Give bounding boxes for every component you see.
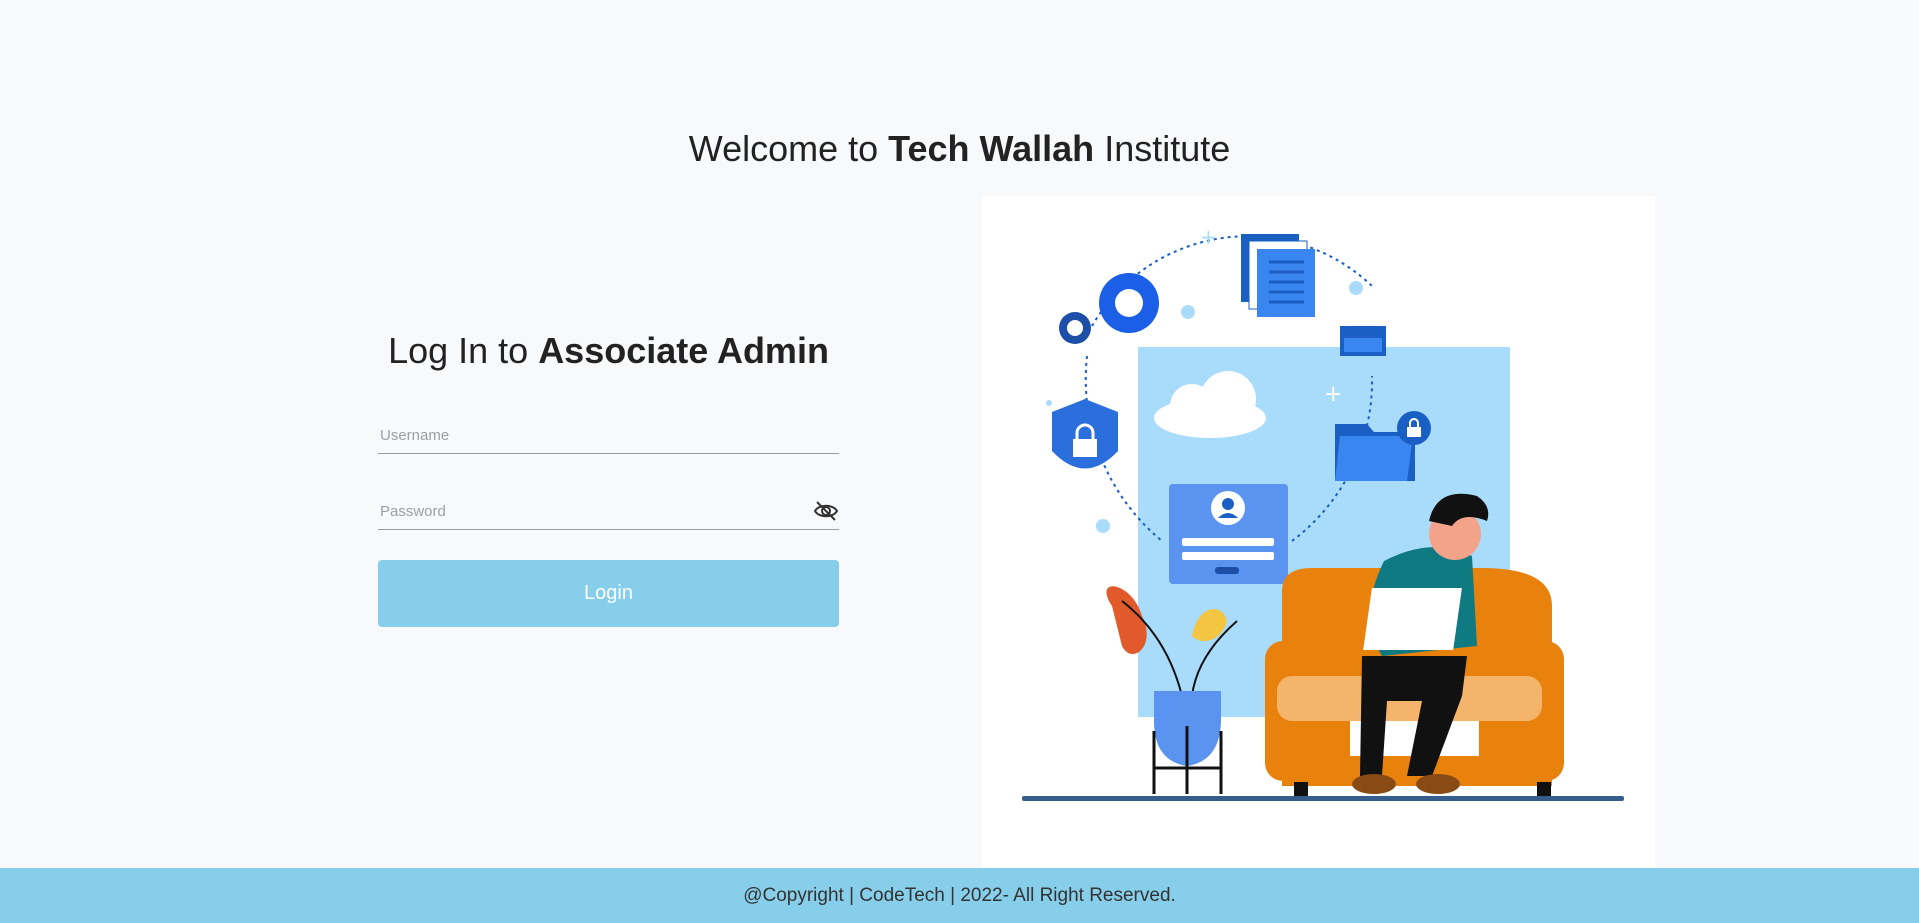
svg-text:+: + bbox=[1324, 382, 1342, 407]
svg-text:+: + bbox=[1200, 225, 1217, 249]
login-button[interactable]: Login bbox=[378, 560, 839, 627]
login-illustration: + + + bbox=[982, 196, 1655, 868]
welcome-heading: Welcome to Tech Wallah Institute bbox=[0, 128, 1919, 170]
login-title-bold: Associate Admin bbox=[538, 330, 829, 371]
login-form: Log In to Associate Admin Login bbox=[378, 330, 839, 627]
login-page: Welcome to Tech Wallah Institute Log In … bbox=[0, 0, 1919, 923]
welcome-brand: Tech Wallah bbox=[888, 128, 1095, 169]
welcome-suffix: Institute bbox=[1094, 128, 1231, 169]
footer: @Copyright | CodeTech | 2022- All Right … bbox=[0, 868, 1919, 923]
copyright-text: @Copyright | CodeTech | 2022- All Right … bbox=[743, 885, 1176, 906]
illustration-image: + + + bbox=[1022, 225, 1624, 801]
password-input[interactable] bbox=[378, 502, 802, 521]
welcome-prefix: Welcome to bbox=[688, 128, 889, 169]
username-field-wrapper bbox=[378, 406, 839, 454]
eye-slash-icon[interactable] bbox=[813, 500, 839, 522]
login-title-prefix: Log In to bbox=[388, 330, 539, 371]
password-field-wrapper bbox=[378, 482, 839, 530]
username-input[interactable] bbox=[378, 426, 802, 445]
svg-text:+: + bbox=[1314, 537, 1332, 562]
login-title: Log In to Associate Admin bbox=[378, 330, 839, 372]
